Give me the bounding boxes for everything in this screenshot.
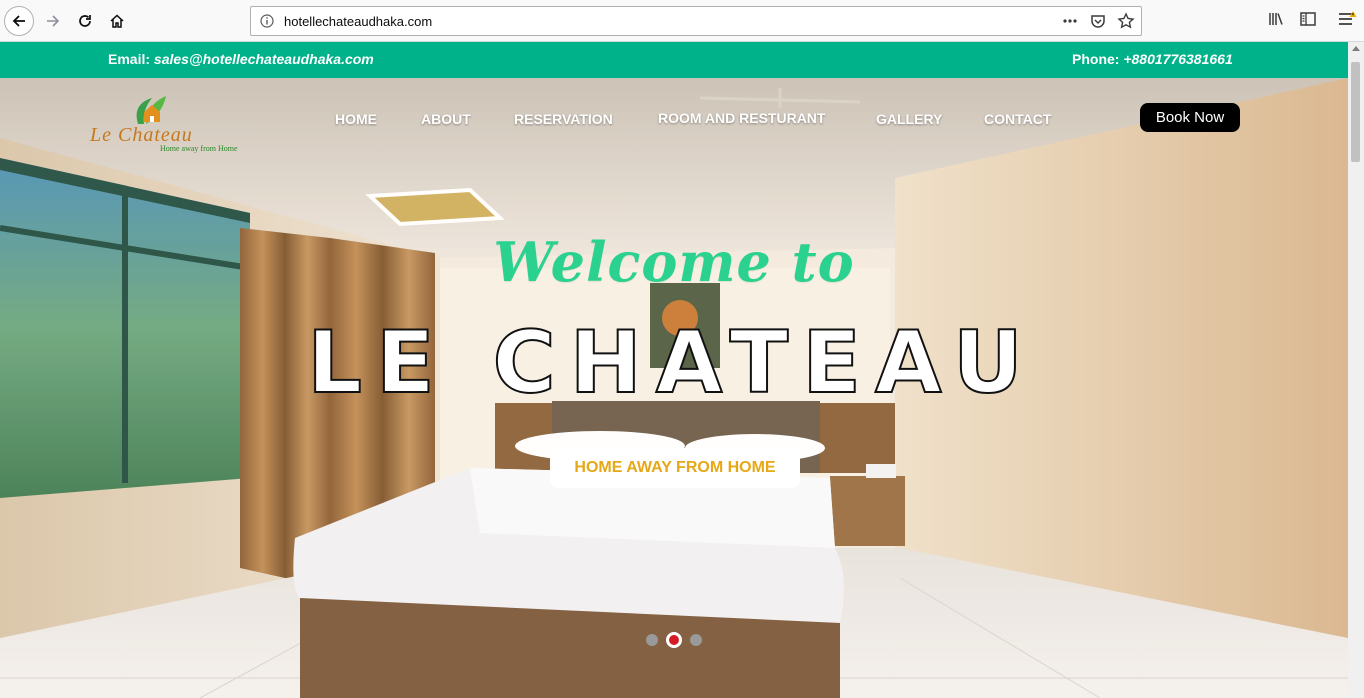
scroll-up-icon[interactable] <box>1352 46 1360 51</box>
sidebar-icon <box>1300 12 1316 26</box>
phone-value[interactable]: +8801776381661 <box>1123 51 1232 67</box>
hero-slider: Le Chateau Home away from Home HOME ABOU… <box>0 78 1348 698</box>
slide-dot-2[interactable] <box>666 632 682 648</box>
nav-room-and-restaurant[interactable]: ROOM AND RESTURANT <box>658 110 825 126</box>
nav-home[interactable]: HOME <box>335 111 377 127</box>
slide-dot-3[interactable] <box>690 634 702 646</box>
scrollbar-thumb[interactable] <box>1351 62 1360 162</box>
info-icon[interactable] <box>260 14 274 28</box>
more-dots-icon[interactable] <box>1061 12 1079 30</box>
nav-contact[interactable]: CONTACT <box>984 111 1051 127</box>
contact-bar: Email: sales@hotellechateaudhaka.com Pho… <box>0 42 1348 78</box>
hero-title: LE CHATEAU <box>306 312 1037 414</box>
menu-icon <box>1339 11 1357 25</box>
forward-button[interactable] <box>38 6 68 36</box>
email-label: Email: <box>108 51 151 67</box>
email-contact[interactable]: Email: sales@hotellechateaudhaka.com <box>108 51 374 67</box>
url-bar[interactable]: hotellechateaudhaka.com <box>250 6 1142 36</box>
nav-reservation[interactable]: RESERVATION <box>514 111 613 127</box>
home-button[interactable] <box>102 6 132 36</box>
library-button[interactable] <box>1267 10 1285 28</box>
pocket-icon[interactable] <box>1089 12 1107 30</box>
phone-label: Phone: <box>1072 51 1120 67</box>
reload-icon <box>79 15 91 27</box>
menu-button[interactable] <box>1337 10 1357 28</box>
page-scrollbar[interactable] <box>1348 42 1364 698</box>
nav-gallery[interactable]: GALLERY <box>876 111 942 127</box>
slider-indicators <box>646 632 702 648</box>
nav-about[interactable]: ABOUT <box>421 111 471 127</box>
forward-arrow-icon <box>47 15 60 27</box>
welcome-heading: Welcome to <box>493 230 855 294</box>
reload-button[interactable] <box>70 6 100 36</box>
logo-tagline: Home away from Home <box>160 144 238 153</box>
slide-dot-1[interactable] <box>646 634 658 646</box>
email-value[interactable]: sales@hotellechateaudhaka.com <box>154 51 374 67</box>
url-text[interactable]: hotellechateaudhaka.com <box>284 14 432 29</box>
site-logo[interactable]: Le Chateau Home away from Home <box>88 94 253 156</box>
book-now-button[interactable]: Book Now <box>1140 103 1240 132</box>
library-icon <box>1269 13 1283 25</box>
bookmark-star-icon[interactable] <box>1117 12 1135 30</box>
back-arrow-icon <box>12 15 25 27</box>
browser-toolbar: hotellechateaudhaka.com <box>0 0 1364 42</box>
hero-tagline-button[interactable]: HOME AWAY FROM HOME <box>550 448 800 488</box>
sidebar-button[interactable] <box>1299 10 1317 28</box>
leaf-house-icon <box>136 96 166 124</box>
home-icon <box>110 14 124 28</box>
phone-contact[interactable]: Phone: +8801776381661 <box>1072 51 1233 67</box>
back-button[interactable] <box>4 6 34 36</box>
